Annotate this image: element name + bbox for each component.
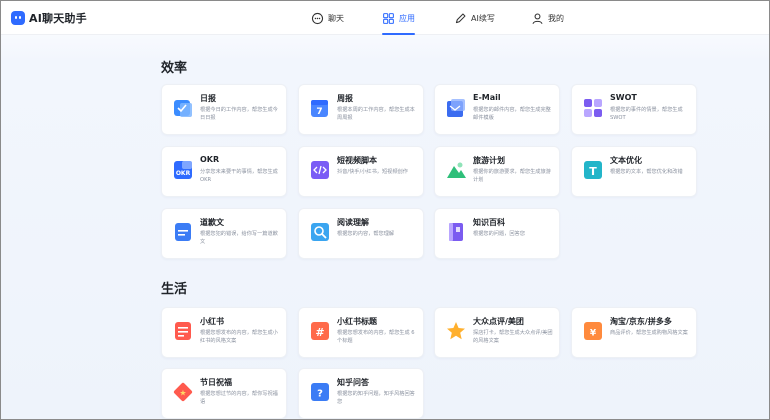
card-title: 淘宝/京东/拼多多 — [610, 317, 672, 326]
svg-text:T: T — [589, 165, 597, 178]
card-description: 根据今日的工作内容，帮您生成今日日报 — [200, 107, 278, 121]
top-nav: 聊天 应用 AI续写 我的 — [1, 1, 769, 35]
card-title: E-Mail — [473, 93, 501, 102]
card-description: 根据您的文本，帮您优化和改错 — [610, 169, 683, 175]
card-title: 周报 — [337, 94, 353, 103]
nav-tab-mine[interactable]: 我的 — [531, 1, 564, 35]
card-title: 日报 — [200, 94, 216, 103]
hashtag-icon: # — [309, 320, 331, 342]
card-description: 根据您想过节的内容，帮你写祝福语 — [200, 391, 278, 405]
card-title: 道歉文 — [200, 218, 224, 227]
swot-icon — [582, 97, 604, 119]
card-title: 阅读理解 — [337, 218, 369, 227]
card-title: SWOT — [610, 93, 637, 102]
card-description: 根据您的内容，帮您理解 — [337, 231, 395, 237]
card-title: 大众点评/美团 — [473, 317, 524, 326]
svg-text:OKR: OKR — [176, 170, 191, 177]
card-description: 根据您的事件的情景，帮您生成 SWOT — [610, 107, 683, 121]
card-description: 根据您想发布的内容，帮您生成 6 个标题 — [337, 330, 415, 344]
travel-icon — [445, 159, 467, 181]
section-title-life: 生活 — [161, 282, 188, 297]
card-description: 分享您未来要干的事情，帮您生成 OKR — [200, 169, 278, 183]
card-description: 根据您的邮件内容，帮您生成完整邮件模版 — [473, 107, 551, 121]
app-card-dianping-meituan[interactable]: 大众点评/美团 探店打卡，帮您生成大众点评/美团的风格文案 — [434, 307, 560, 358]
zhihu-icon: ? — [309, 381, 331, 403]
card-title: 知乎问答 — [337, 378, 369, 387]
nav-tab-chat[interactable]: 聊天 — [311, 1, 344, 35]
app-card-travel-plan[interactable]: 旅游计划 根据你的旅游要求，帮您生成旅游计划 — [434, 146, 560, 197]
daily-report-icon — [172, 97, 194, 119]
chat-bubble-icon — [311, 12, 324, 24]
app-card-reading[interactable]: 阅读理解 根据您的内容，帮您理解 — [298, 208, 424, 259]
app-card-shopping[interactable]: ¥ 淘宝/京东/拼多多 商品评价，帮您生成购物风格文案 — [571, 307, 697, 358]
app-card-xiaohongshu-title[interactable]: # 小红书标题 根据您想发布的内容，帮您生成 6 个标题 — [298, 307, 424, 358]
nav-label-ai-write: AI续写 — [471, 13, 495, 23]
app-window: AI聊天助手 聊天 应用 AI续写 我的 效率 日报 根据今日的工作内容，帮您生… — [0, 0, 770, 420]
card-title: 短视频脚本 — [337, 156, 377, 165]
card-title: 文本优化 — [610, 156, 642, 165]
card-description: 抖音/快手/小红书，短视频创作 — [337, 169, 408, 175]
app-card-email[interactable]: E-Mail 根据您的邮件内容，帮您生成完整邮件模版 — [434, 84, 560, 135]
card-title: 知识百科 — [473, 218, 505, 227]
encyclopedia-icon — [445, 221, 467, 243]
app-card-xiaohongshu[interactable]: 小红书 根据您想发布的内容，帮您生成小红书的风格文案 — [161, 307, 287, 358]
festival-icon: ★ — [172, 381, 194, 403]
nav-label-apps: 应用 — [399, 13, 415, 23]
text-optimize-icon: T — [582, 159, 604, 181]
card-description: 根据您犯的错误，给你写一篇道歉文 — [200, 231, 278, 245]
card-description: 探店打卡，帮您生成大众点评/美团的风格文案 — [473, 330, 553, 344]
star-icon — [445, 320, 467, 342]
app-card-daily-report[interactable]: 日报 根据今日的工作内容，帮您生成今日日报 — [161, 84, 287, 135]
card-description: 商品评价，帮您生成购物风格文案 — [610, 330, 688, 336]
card-description: 根据您的问题，回答您 — [473, 231, 525, 237]
app-card-video-script[interactable]: 短视频脚本 抖音/快手/小红书，短视频创作 — [298, 146, 424, 197]
svg-text:?: ? — [317, 389, 323, 400]
svg-text:¥: ¥ — [590, 329, 597, 339]
okr-icon: OKR — [172, 159, 194, 181]
svg-text:#: # — [315, 326, 324, 339]
card-description: 根据本周的工作内容，帮您生成本周周报 — [337, 107, 415, 121]
section-title-efficiency: 效率 — [161, 61, 188, 76]
card-title: 小红书标题 — [337, 317, 377, 326]
app-card-encyclopedia[interactable]: 知识百科 根据您的问题，回答您 — [434, 208, 560, 259]
pen-icon — [455, 13, 466, 23]
app-card-weekly-report[interactable]: 7 周报 根据本周的工作内容，帮您生成本周周报 — [298, 84, 424, 135]
card-title: 旅游计划 — [473, 156, 505, 165]
grid-icon — [383, 12, 394, 24]
app-card-festival[interactable]: ★ 节日祝福 根据您想过节的内容，帮你写祝福语 — [161, 368, 287, 419]
app-card-apology[interactable]: 道歉文 根据您犯的错误，给你写一篇道歉文 — [161, 208, 287, 259]
app-card-okr[interactable]: OKR OKR 分享您未来要干的事情，帮您生成 OKR — [161, 146, 287, 197]
xiaohongshu-icon — [172, 320, 194, 342]
card-description: 根据您的知乎问题，知乎风格回答您 — [337, 391, 415, 405]
email-icon — [445, 97, 467, 119]
svg-text:★: ★ — [179, 389, 186, 398]
card-title: 节日祝福 — [200, 378, 232, 387]
nav-label-chat: 聊天 — [328, 13, 344, 23]
app-card-swot[interactable]: SWOT 根据您的事件的情景，帮您生成 SWOT — [571, 84, 697, 135]
nav-tab-ai-write[interactable]: AI续写 — [454, 1, 495, 35]
shopping-icon: ¥ — [582, 320, 604, 342]
top-header: AI聊天助手 聊天 应用 AI续写 我的 — [1, 1, 769, 35]
card-description: 根据你的旅游要求，帮您生成旅游计划 — [473, 169, 551, 183]
svg-text:7: 7 — [316, 107, 322, 117]
user-icon — [532, 13, 543, 24]
card-title: 小红书 — [200, 317, 224, 326]
card-description: 根据您想发布的内容，帮您生成小红书的风格文案 — [200, 330, 278, 344]
nav-tab-apps[interactable]: 应用 — [382, 1, 415, 35]
app-card-zhihu[interactable]: ? 知乎问答 根据您的知乎问题，知乎风格回答您 — [298, 368, 424, 419]
app-card-text-optimize[interactable]: T 文本优化 根据您的文本，帮您优化和改错 — [571, 146, 697, 197]
reading-icon — [309, 221, 331, 243]
video-script-icon — [309, 159, 331, 181]
weekly-report-icon: 7 — [309, 97, 331, 119]
nav-label-mine: 我的 — [548, 13, 564, 23]
apology-icon — [172, 221, 194, 243]
card-title: OKR — [200, 155, 220, 164]
